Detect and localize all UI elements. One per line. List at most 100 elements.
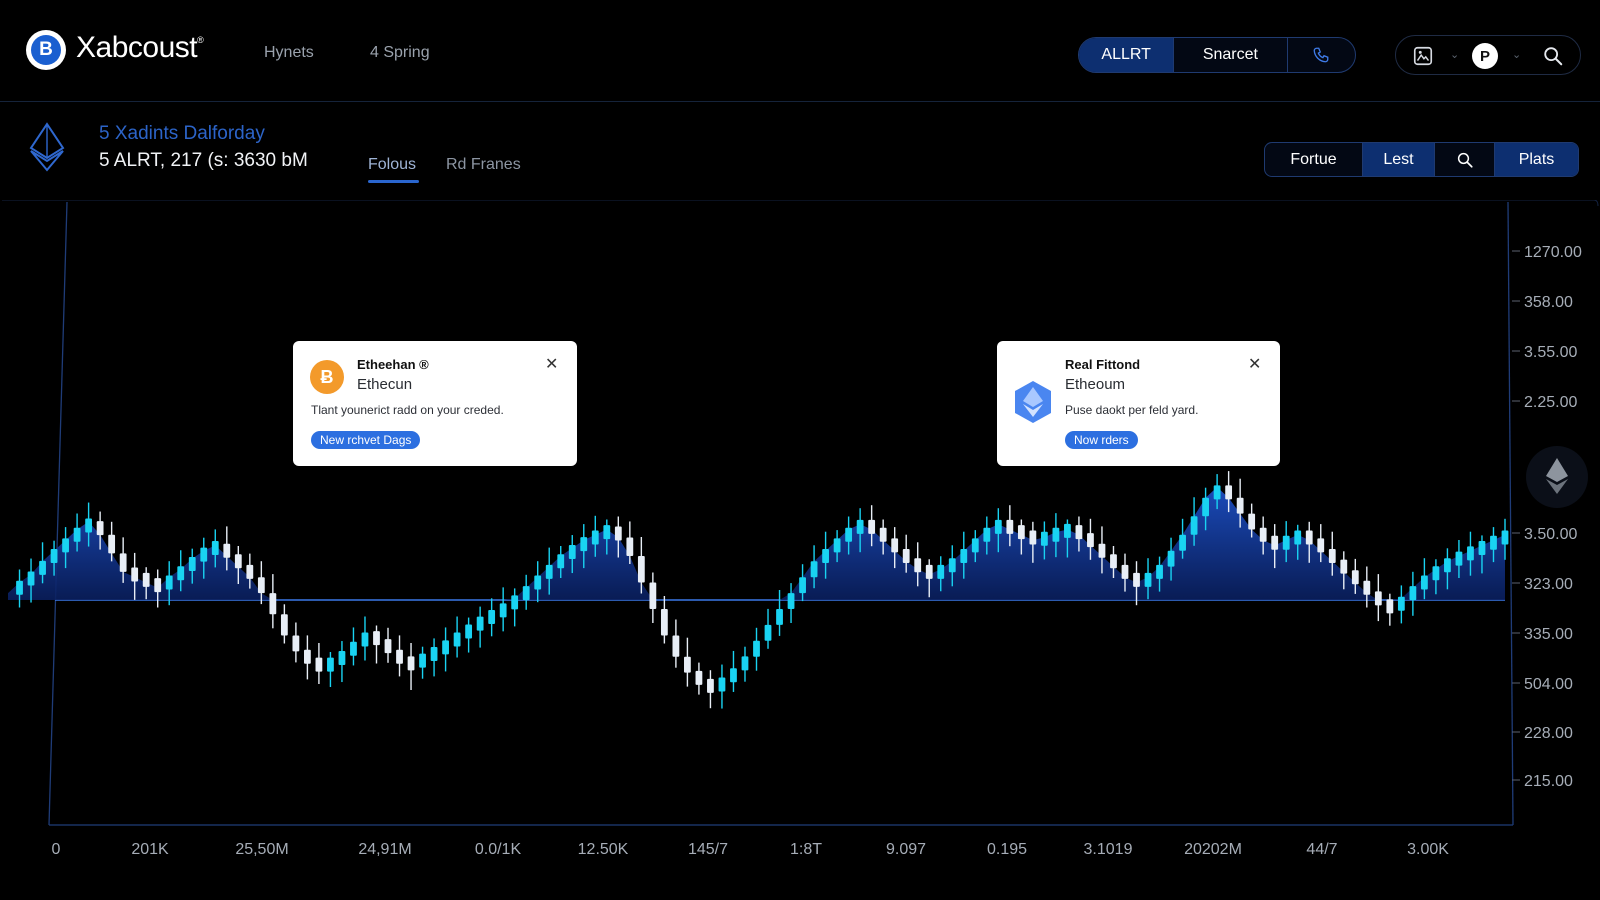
candle-body[interactable] xyxy=(764,624,772,641)
candle-body[interactable] xyxy=(1236,497,1244,514)
candle-body[interactable] xyxy=(557,554,565,569)
candle-body[interactable] xyxy=(16,580,23,595)
phone-icon[interactable] xyxy=(1288,38,1356,72)
candle-body[interactable] xyxy=(1144,572,1152,587)
candle-body[interactable] xyxy=(1156,564,1163,579)
candle-body[interactable] xyxy=(868,519,876,534)
candle-body[interactable] xyxy=(1087,533,1094,548)
candle-body[interactable] xyxy=(925,564,933,579)
candle-body[interactable] xyxy=(338,651,346,666)
chevron-down-icon[interactable]: ⌄ xyxy=(1450,48,1459,61)
candle-body[interactable] xyxy=(833,538,841,553)
candle-body[interactable] xyxy=(1225,485,1233,500)
candle-body[interactable] xyxy=(269,593,277,615)
candle-body[interactable] xyxy=(1305,530,1313,545)
candle-body[interactable] xyxy=(246,564,254,579)
candle-body[interactable] xyxy=(591,530,599,545)
candle-body[interactable] xyxy=(603,525,611,540)
candle-body[interactable] xyxy=(672,635,680,657)
candle-body[interactable] xyxy=(937,564,945,579)
candle-body[interactable] xyxy=(304,649,311,664)
candle-body[interactable] xyxy=(718,677,726,692)
snarcet-button[interactable]: Snarcet xyxy=(1174,38,1288,72)
candle-body[interactable] xyxy=(39,560,46,575)
candle-body[interactable] xyxy=(1190,516,1198,535)
nav-link-hynets[interactable]: Hynets xyxy=(264,44,314,62)
candle-body[interactable] xyxy=(1271,535,1279,550)
candle-body[interactable] xyxy=(1121,564,1129,579)
candle-body[interactable] xyxy=(649,582,657,610)
candle-body[interactable] xyxy=(1478,541,1486,556)
candle-body[interactable] xyxy=(948,558,956,573)
close-icon[interactable]: ✕ xyxy=(1248,354,1261,374)
logo-icon[interactable]: B xyxy=(26,30,66,70)
candle-body[interactable] xyxy=(753,640,760,657)
candle-body[interactable] xyxy=(1294,530,1302,545)
candle-body[interactable] xyxy=(1386,599,1394,614)
candle-body[interactable] xyxy=(695,670,703,685)
candle-body[interactable] xyxy=(614,526,622,541)
candle-body[interactable] xyxy=(442,640,449,655)
candle-body[interactable] xyxy=(96,521,104,536)
candle-body[interactable] xyxy=(131,567,139,582)
candle-body[interactable] xyxy=(1467,546,1474,561)
candle-body[interactable] xyxy=(879,527,887,542)
tab-folous[interactable]: Folous xyxy=(368,156,416,174)
candle-body[interactable] xyxy=(1006,519,1014,534)
candle-body[interactable] xyxy=(960,549,968,563)
candle-body[interactable] xyxy=(1363,580,1371,595)
candle-body[interactable] xyxy=(1213,485,1221,500)
candle-body[interactable] xyxy=(1167,550,1175,567)
candle-body[interactable] xyxy=(1040,531,1048,546)
chevron-down-icon[interactable]: ⌄ xyxy=(1512,48,1521,61)
candle-body[interactable] xyxy=(534,575,542,590)
candle-body[interactable] xyxy=(119,553,127,572)
candle-body[interactable] xyxy=(1397,596,1405,611)
tab-rd-franes[interactable]: Rd Franes xyxy=(446,156,521,174)
candle-body[interactable] xyxy=(50,549,58,563)
candle-body[interactable] xyxy=(1501,530,1509,545)
candle-body[interactable] xyxy=(1282,535,1290,550)
candle-body[interactable] xyxy=(1075,525,1083,540)
alert-button[interactable]: ALLRT xyxy=(1079,38,1175,72)
candle-body[interactable] xyxy=(1444,558,1451,573)
popup-action-button[interactable]: Now rders xyxy=(1065,431,1138,449)
candle-body[interactable] xyxy=(1409,586,1417,601)
candle-body[interactable] xyxy=(211,541,219,556)
candle-body[interactable] xyxy=(707,678,714,693)
candle-body[interactable] xyxy=(280,614,288,636)
candle-body[interactable] xyxy=(1340,559,1348,574)
candle-body[interactable] xyxy=(154,578,162,593)
plats-button[interactable]: Plats xyxy=(1495,143,1578,176)
candle-body[interactable] xyxy=(1455,551,1463,566)
candle-body[interactable] xyxy=(1179,534,1186,551)
candle-body[interactable] xyxy=(568,545,576,560)
candle-body[interactable] xyxy=(776,609,783,625)
candle-body[interactable] xyxy=(223,543,231,558)
candle-body[interactable] xyxy=(327,657,334,672)
price-chart[interactable]: 1270.00 358.00 3.55.00 2.25.00 3.50.00 323.00… xyxy=(0,200,1600,876)
candle-body[interactable] xyxy=(799,577,806,594)
candle-body[interactable] xyxy=(419,653,426,668)
candle-body[interactable] xyxy=(1351,570,1359,585)
candle-body[interactable] xyxy=(891,538,899,553)
candle-body[interactable] xyxy=(1052,527,1060,542)
close-icon[interactable]: ✕ xyxy=(545,354,558,374)
candle-body[interactable] xyxy=(730,668,737,683)
image-icon[interactable] xyxy=(1412,45,1434,70)
candle-body[interactable] xyxy=(1202,497,1209,517)
candle-body[interactable] xyxy=(407,656,415,671)
nav-link-spring[interactable]: 4 Spring xyxy=(370,44,430,62)
candle-body[interactable] xyxy=(787,593,795,609)
candle-body[interactable] xyxy=(73,527,81,542)
candle-body[interactable] xyxy=(350,641,357,656)
candle-body[interactable] xyxy=(488,609,496,624)
candle-body[interactable] xyxy=(511,595,519,610)
candle-body[interactable] xyxy=(200,547,208,562)
candle-body[interactable] xyxy=(914,558,922,573)
candle-body[interactable] xyxy=(396,649,403,664)
candle-body[interactable] xyxy=(85,518,93,533)
candle-body[interactable] xyxy=(856,519,864,534)
candle-body[interactable] xyxy=(142,572,150,587)
lest-button[interactable]: Lest xyxy=(1363,143,1435,176)
